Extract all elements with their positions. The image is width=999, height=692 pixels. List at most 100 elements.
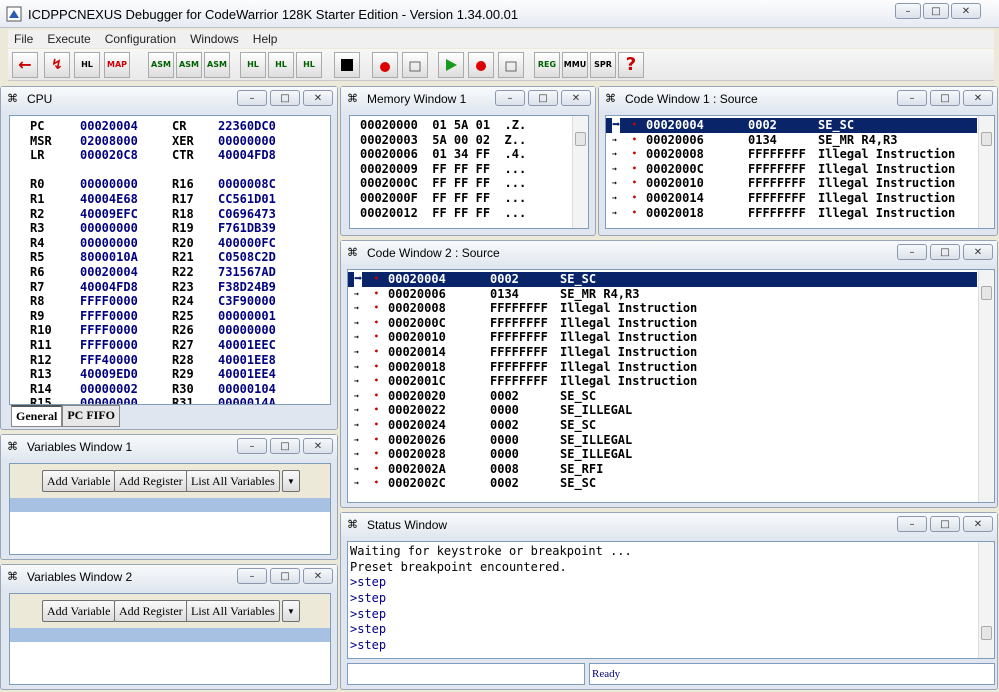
status-maximize-button[interactable]: □ xyxy=(930,516,960,532)
breakpoint-dot-icon[interactable]: • xyxy=(374,476,379,491)
menu-configuration[interactable]: Configuration xyxy=(105,32,176,46)
code2-content[interactable]: ➡ • 00020004 0002 SE_SC → • 00020006 0134 SE_MR… xyxy=(347,269,995,503)
tab-general[interactable]: General xyxy=(11,405,63,427)
close-button[interactable]: ✕ xyxy=(951,3,981,19)
code1-maximize-button[interactable]: □ xyxy=(930,90,960,106)
minimize-button[interactable]: – xyxy=(895,3,921,19)
stop-icon[interactable] xyxy=(334,52,360,78)
breakpoint-dot-icon[interactable]: • xyxy=(374,462,379,477)
register-value[interactable]: 00020004 xyxy=(80,119,138,134)
memory-row[interactable]: 00020000 01 5A 01 .Z. xyxy=(360,118,588,133)
tab-pc-fifo[interactable]: PC FIFO xyxy=(62,405,120,427)
vars2-maximize-button[interactable]: □ xyxy=(270,568,300,584)
register-value[interactable]: C0696473 xyxy=(218,207,276,222)
hl-load-icon[interactable]: HL xyxy=(74,52,100,78)
register-value[interactable]: FFFF0000 xyxy=(80,294,138,309)
vars2-minimize-button[interactable]: – xyxy=(237,568,267,584)
code-line[interactable]: → • 00020010 FFFFFFFF Illegal Instruction xyxy=(606,176,977,191)
memory-scrollbar[interactable] xyxy=(572,116,588,228)
add-register-button[interactable]: Add Register xyxy=(114,600,188,622)
code1-minimize-button[interactable]: – xyxy=(897,90,927,106)
hl-multistep-icon[interactable]: HL xyxy=(268,52,294,78)
go-till-icon[interactable] xyxy=(498,52,524,78)
asm-step-icon[interactable]: ASM xyxy=(148,52,174,78)
list-all-variables-button[interactable]: List All Variables xyxy=(186,470,280,492)
menu-help[interactable]: Help xyxy=(253,32,278,46)
breakpoint-dot-icon[interactable]: • xyxy=(374,389,379,404)
memory-row[interactable]: 0002000F FF FF FF ... xyxy=(360,191,588,206)
register-value[interactable]: 00000000 xyxy=(80,236,138,251)
asm-stepover-icon[interactable]: ASM xyxy=(204,52,230,78)
code-line[interactable]: → • 00020006 0134 SE_MR R4,R3 xyxy=(606,133,977,148)
memory-row[interactable]: 0002000C FF FF FF ... xyxy=(360,176,588,191)
command-input[interactable] xyxy=(347,663,585,685)
go-breakpoint-icon[interactable] xyxy=(468,52,494,78)
add-register-button[interactable]: Add Register xyxy=(114,470,188,492)
register-value[interactable]: FFFF0000 xyxy=(80,338,138,353)
register-value[interactable]: CC561D01 xyxy=(218,192,276,207)
code2-scrollbar[interactable] xyxy=(978,270,994,502)
breakpoint-dot-icon[interactable]: • xyxy=(632,133,637,148)
add-variable-button[interactable]: Add Variable xyxy=(42,600,116,622)
register-value[interactable]: FFFF0000 xyxy=(80,309,138,324)
memory-content[interactable]: 00020000 01 5A 01 .Z. 00020003 5A 00 02 Z… xyxy=(349,115,589,229)
cpu-minimize-button[interactable]: – xyxy=(237,90,267,106)
code1-close-button[interactable]: ✕ xyxy=(963,90,993,106)
add-variable-button[interactable]: Add Variable xyxy=(42,470,116,492)
code-line[interactable]: → • 0002000C FFFFFFFF Illegal Instruction xyxy=(606,162,977,177)
map-icon[interactable]: MAP xyxy=(104,52,130,78)
vars1-maximize-button[interactable]: □ xyxy=(270,438,300,454)
code-line[interactable]: → • 0002001C FFFFFFFF Illegal Instruction xyxy=(348,374,977,389)
memory-maximize-button[interactable]: □ xyxy=(528,90,558,106)
memory-row[interactable]: 00020003 5A 00 02 Z.. xyxy=(360,133,588,148)
breakpoint-dot-icon[interactable]: • xyxy=(632,206,637,221)
code-line[interactable]: ➡ • 00020004 0002 SE_SC xyxy=(348,272,977,287)
breakpoint-dot-icon[interactable]: • xyxy=(632,176,637,191)
help-icon[interactable]: ? xyxy=(618,52,644,78)
cpu-maximize-button[interactable]: □ xyxy=(270,90,300,106)
code-line[interactable]: → • 0002002C 0002 SE_SC xyxy=(348,476,977,491)
code-line[interactable]: → • 00020014 FFFFFFFF Illegal Instruction xyxy=(606,191,977,206)
code2-minimize-button[interactable]: – xyxy=(897,244,927,260)
reg-window-icon[interactable]: REG xyxy=(534,52,560,78)
code-line[interactable]: → • 00020014 FFFFFFFF Illegal Instruction xyxy=(348,345,977,360)
breakpoint-dot-icon[interactable]: • xyxy=(374,316,379,331)
register-value[interactable]: 00000104 xyxy=(218,382,276,397)
breakpoint-dot-icon[interactable]: • xyxy=(374,360,379,375)
status-scrollbar[interactable] xyxy=(978,542,994,658)
register-value[interactable]: 400000FC xyxy=(218,236,276,251)
list-dropdown-button[interactable]: ▼ xyxy=(282,600,300,622)
code-line[interactable]: → • 00020024 0002 SE_SC xyxy=(348,418,977,433)
register-value[interactable]: FFF40000 xyxy=(80,353,138,368)
register-value[interactable]: 00000000 xyxy=(218,134,276,149)
register-value[interactable]: 02008000 xyxy=(80,134,138,149)
register-value[interactable]: 40004FD8 xyxy=(80,280,138,295)
breakpoint-dot-icon[interactable]: • xyxy=(374,433,379,448)
memory-row[interactable]: 00020012 FF FF FF ... xyxy=(360,206,588,221)
mmu-window-icon[interactable]: MMU xyxy=(562,52,588,78)
register-value[interactable]: 40001EE4 xyxy=(218,367,276,382)
register-value[interactable]: 00000000 xyxy=(80,177,138,192)
breakpoint-dot-icon[interactable]: • xyxy=(632,191,637,206)
breakpoint-dot-icon[interactable]: • xyxy=(374,447,379,462)
register-value[interactable]: 0000008C xyxy=(218,177,276,192)
code-line[interactable]: → • 00020022 0000 SE_ILLEGAL xyxy=(348,403,977,418)
breakpoint-dot-icon[interactable]: • xyxy=(632,147,637,162)
register-value[interactable]: 731567AD xyxy=(218,265,276,280)
breakpoint-dot-icon[interactable]: • xyxy=(374,418,379,433)
menu-windows[interactable]: Windows xyxy=(190,32,239,46)
memory-close-button[interactable]: ✕ xyxy=(561,90,591,106)
register-value[interactable]: 0000014A xyxy=(218,396,276,404)
code-line[interactable]: → • 00020026 0000 SE_ILLEGAL xyxy=(348,433,977,448)
code-line[interactable]: → • 00020018 FFFFFFFF Illegal Instruction xyxy=(348,360,977,375)
breakpoint-dot-icon[interactable]: • xyxy=(374,272,379,287)
code2-close-button[interactable]: ✕ xyxy=(963,244,993,260)
code-line[interactable]: → • 00020020 0002 SE_SC xyxy=(348,389,977,404)
register-value[interactable]: F761DB39 xyxy=(218,221,276,236)
register-value[interactable]: 22360DC0 xyxy=(218,119,276,134)
register-value[interactable]: 40001EEC xyxy=(218,338,276,353)
code-line[interactable]: → • 00020010 FFFFFFFF Illegal Instruction xyxy=(348,330,977,345)
register-value[interactable]: 00000001 xyxy=(218,309,276,324)
go-icon[interactable] xyxy=(438,52,464,78)
register-value[interactable]: 40004FD8 xyxy=(218,148,276,163)
